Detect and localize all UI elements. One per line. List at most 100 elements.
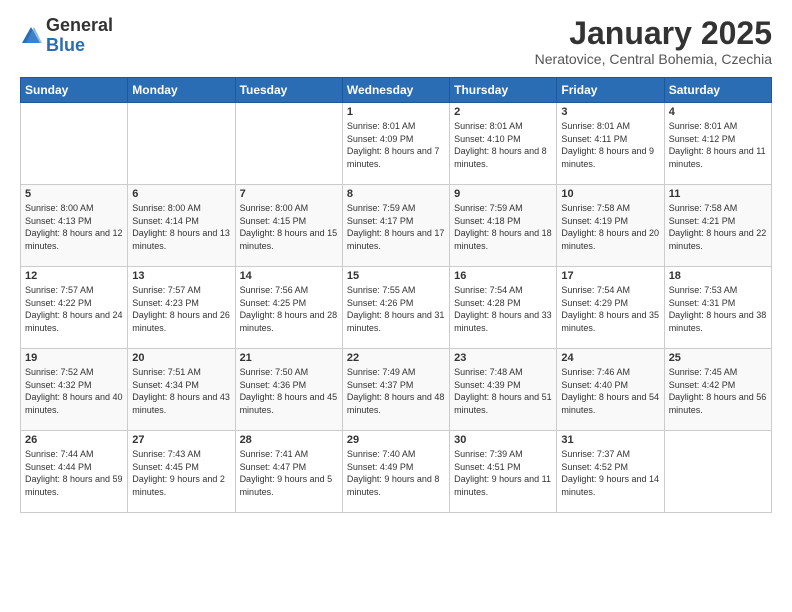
calendar-cell xyxy=(21,103,128,185)
day-number: 8 xyxy=(347,188,445,200)
calendar-cell: 19 Sunrise: 7:52 AMSunset: 4:32 PMDaylig… xyxy=(21,349,128,431)
calendar-cell: 28 Sunrise: 7:41 AMSunset: 4:47 PMDaylig… xyxy=(235,431,342,513)
day-info: Sunrise: 8:00 AMSunset: 4:15 PMDaylight:… xyxy=(240,202,338,252)
day-number: 12 xyxy=(25,270,123,282)
calendar-cell: 10 Sunrise: 7:58 AMSunset: 4:19 PMDaylig… xyxy=(557,185,664,267)
header-sunday: Sunday xyxy=(21,78,128,103)
calendar-cell: 22 Sunrise: 7:49 AMSunset: 4:37 PMDaylig… xyxy=(342,349,449,431)
day-number: 31 xyxy=(561,434,659,446)
day-info: Sunrise: 7:58 AMSunset: 4:19 PMDaylight:… xyxy=(561,202,659,252)
day-number: 10 xyxy=(561,188,659,200)
day-number: 25 xyxy=(669,352,767,364)
calendar-cell: 15 Sunrise: 7:55 AMSunset: 4:26 PMDaylig… xyxy=(342,267,449,349)
day-number: 17 xyxy=(561,270,659,282)
header-monday: Monday xyxy=(128,78,235,103)
day-info: Sunrise: 8:01 AMSunset: 4:09 PMDaylight:… xyxy=(347,120,445,170)
day-info: Sunrise: 7:53 AMSunset: 4:31 PMDaylight:… xyxy=(669,284,767,334)
day-info: Sunrise: 8:01 AMSunset: 4:10 PMDaylight:… xyxy=(454,120,552,170)
calendar-week-3: 19 Sunrise: 7:52 AMSunset: 4:32 PMDaylig… xyxy=(21,349,772,431)
header-tuesday: Tuesday xyxy=(235,78,342,103)
day-number: 5 xyxy=(25,188,123,200)
calendar-cell: 9 Sunrise: 7:59 AMSunset: 4:18 PMDayligh… xyxy=(450,185,557,267)
calendar-cell: 14 Sunrise: 7:56 AMSunset: 4:25 PMDaylig… xyxy=(235,267,342,349)
calendar-cell: 30 Sunrise: 7:39 AMSunset: 4:51 PMDaylig… xyxy=(450,431,557,513)
logo-blue-text: Blue xyxy=(46,35,85,55)
day-number: 3 xyxy=(561,106,659,118)
day-info: Sunrise: 7:46 AMSunset: 4:40 PMDaylight:… xyxy=(561,366,659,416)
header-thursday: Thursday xyxy=(450,78,557,103)
day-number: 24 xyxy=(561,352,659,364)
logo-general-text: General xyxy=(46,15,113,35)
day-info: Sunrise: 7:48 AMSunset: 4:39 PMDaylight:… xyxy=(454,366,552,416)
day-info: Sunrise: 7:39 AMSunset: 4:51 PMDaylight:… xyxy=(454,448,552,498)
page-header: General Blue January 2025 Neratovice, Ce… xyxy=(20,16,772,67)
day-number: 15 xyxy=(347,270,445,282)
weekday-header-row: Sunday Monday Tuesday Wednesday Thursday… xyxy=(21,78,772,103)
day-number: 7 xyxy=(240,188,338,200)
calendar-cell: 1 Sunrise: 8:01 AMSunset: 4:09 PMDayligh… xyxy=(342,103,449,185)
day-number: 22 xyxy=(347,352,445,364)
calendar-week-0: 1 Sunrise: 8:01 AMSunset: 4:09 PMDayligh… xyxy=(21,103,772,185)
calendar-cell: 13 Sunrise: 7:57 AMSunset: 4:23 PMDaylig… xyxy=(128,267,235,349)
day-info: Sunrise: 7:54 AMSunset: 4:29 PMDaylight:… xyxy=(561,284,659,334)
day-number: 13 xyxy=(132,270,230,282)
day-info: Sunrise: 7:37 AMSunset: 4:52 PMDaylight:… xyxy=(561,448,659,498)
day-number: 9 xyxy=(454,188,552,200)
calendar-cell: 20 Sunrise: 7:51 AMSunset: 4:34 PMDaylig… xyxy=(128,349,235,431)
calendar-cell: 7 Sunrise: 8:00 AMSunset: 4:15 PMDayligh… xyxy=(235,185,342,267)
day-info: Sunrise: 7:45 AMSunset: 4:42 PMDaylight:… xyxy=(669,366,767,416)
calendar-cell: 2 Sunrise: 8:01 AMSunset: 4:10 PMDayligh… xyxy=(450,103,557,185)
calendar-cell: 18 Sunrise: 7:53 AMSunset: 4:31 PMDaylig… xyxy=(664,267,771,349)
calendar-cell: 24 Sunrise: 7:46 AMSunset: 4:40 PMDaylig… xyxy=(557,349,664,431)
calendar-cell: 29 Sunrise: 7:40 AMSunset: 4:49 PMDaylig… xyxy=(342,431,449,513)
calendar-cell: 6 Sunrise: 8:00 AMSunset: 4:14 PMDayligh… xyxy=(128,185,235,267)
calendar-cell: 5 Sunrise: 8:00 AMSunset: 4:13 PMDayligh… xyxy=(21,185,128,267)
day-info: Sunrise: 8:00 AMSunset: 4:13 PMDaylight:… xyxy=(25,202,123,252)
day-number: 26 xyxy=(25,434,123,446)
calendar-cell: 4 Sunrise: 8:01 AMSunset: 4:12 PMDayligh… xyxy=(664,103,771,185)
day-number: 27 xyxy=(132,434,230,446)
logo-icon xyxy=(20,25,42,47)
day-number: 28 xyxy=(240,434,338,446)
calendar-cell xyxy=(664,431,771,513)
calendar-cell: 12 Sunrise: 7:57 AMSunset: 4:22 PMDaylig… xyxy=(21,267,128,349)
day-number: 21 xyxy=(240,352,338,364)
day-info: Sunrise: 7:43 AMSunset: 4:45 PMDaylight:… xyxy=(132,448,230,498)
day-info: Sunrise: 7:49 AMSunset: 4:37 PMDaylight:… xyxy=(347,366,445,416)
calendar-cell: 16 Sunrise: 7:54 AMSunset: 4:28 PMDaylig… xyxy=(450,267,557,349)
calendar-cell: 31 Sunrise: 7:37 AMSunset: 4:52 PMDaylig… xyxy=(557,431,664,513)
day-info: Sunrise: 7:51 AMSunset: 4:34 PMDaylight:… xyxy=(132,366,230,416)
day-number: 6 xyxy=(132,188,230,200)
day-number: 29 xyxy=(347,434,445,446)
calendar-cell: 23 Sunrise: 7:48 AMSunset: 4:39 PMDaylig… xyxy=(450,349,557,431)
day-info: Sunrise: 7:59 AMSunset: 4:17 PMDaylight:… xyxy=(347,202,445,252)
day-info: Sunrise: 8:01 AMSunset: 4:11 PMDaylight:… xyxy=(561,120,659,170)
location-text: Neratovice, Central Bohemia, Czechia xyxy=(535,51,772,67)
day-number: 2 xyxy=(454,106,552,118)
calendar-cell: 11 Sunrise: 7:58 AMSunset: 4:21 PMDaylig… xyxy=(664,185,771,267)
calendar-week-4: 26 Sunrise: 7:44 AMSunset: 4:44 PMDaylig… xyxy=(21,431,772,513)
calendar-cell: 25 Sunrise: 7:45 AMSunset: 4:42 PMDaylig… xyxy=(664,349,771,431)
day-info: Sunrise: 7:57 AMSunset: 4:22 PMDaylight:… xyxy=(25,284,123,334)
calendar-cell: 8 Sunrise: 7:59 AMSunset: 4:17 PMDayligh… xyxy=(342,185,449,267)
day-number: 4 xyxy=(669,106,767,118)
logo: General Blue xyxy=(20,16,113,56)
calendar-cell: 27 Sunrise: 7:43 AMSunset: 4:45 PMDaylig… xyxy=(128,431,235,513)
day-number: 18 xyxy=(669,270,767,282)
day-number: 14 xyxy=(240,270,338,282)
calendar-cell: 17 Sunrise: 7:54 AMSunset: 4:29 PMDaylig… xyxy=(557,267,664,349)
day-number: 23 xyxy=(454,352,552,364)
day-number: 30 xyxy=(454,434,552,446)
day-info: Sunrise: 8:01 AMSunset: 4:12 PMDaylight:… xyxy=(669,120,767,170)
header-wednesday: Wednesday xyxy=(342,78,449,103)
day-info: Sunrise: 7:56 AMSunset: 4:25 PMDaylight:… xyxy=(240,284,338,334)
header-friday: Friday xyxy=(557,78,664,103)
calendar-cell xyxy=(235,103,342,185)
calendar-table: Sunday Monday Tuesday Wednesday Thursday… xyxy=(20,77,772,513)
month-title: January 2025 xyxy=(535,16,772,51)
day-info: Sunrise: 7:58 AMSunset: 4:21 PMDaylight:… xyxy=(669,202,767,252)
day-info: Sunrise: 7:52 AMSunset: 4:32 PMDaylight:… xyxy=(25,366,123,416)
day-info: Sunrise: 7:59 AMSunset: 4:18 PMDaylight:… xyxy=(454,202,552,252)
header-saturday: Saturday xyxy=(664,78,771,103)
day-info: Sunrise: 7:57 AMSunset: 4:23 PMDaylight:… xyxy=(132,284,230,334)
